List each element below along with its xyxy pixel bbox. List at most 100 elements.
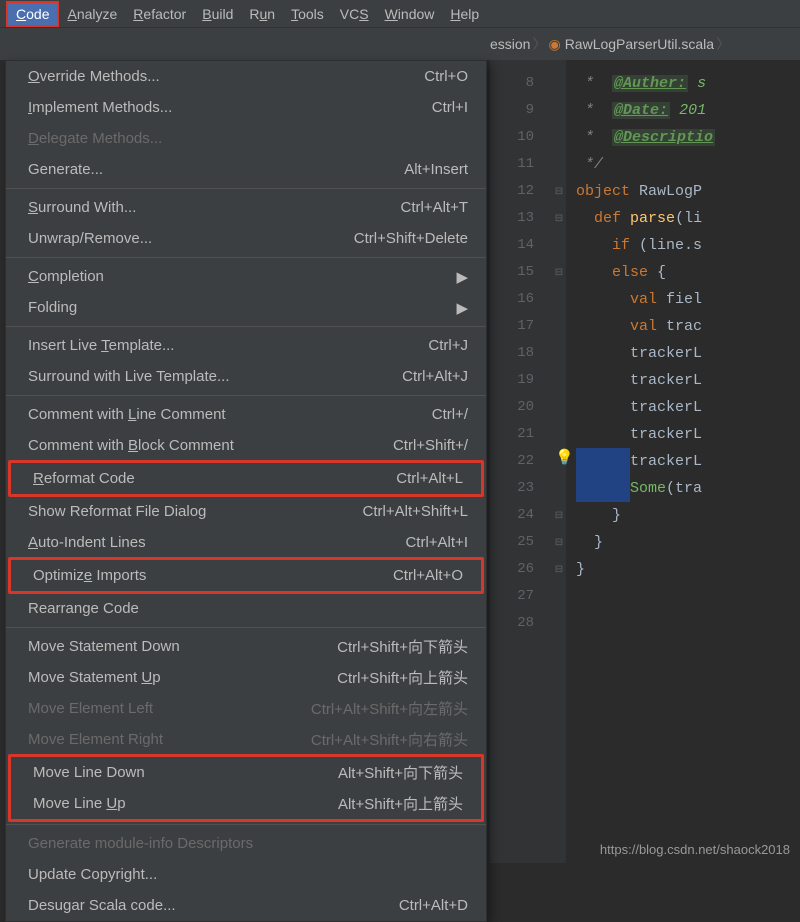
line-number: 16 bbox=[490, 286, 534, 313]
fold-marker[interactable]: ⊟ bbox=[552, 556, 566, 583]
fold-marker[interactable]: ⊟ bbox=[552, 205, 566, 232]
breadcrumb-folder[interactable]: ession bbox=[490, 36, 530, 52]
code-line[interactable] bbox=[576, 583, 800, 610]
menu-item-move-statement-up[interactable]: Move Statement UpCtrl+Shift+向上箭头 bbox=[6, 662, 486, 693]
menu-item-show-reformat-file-dialog[interactable]: Show Reformat File DialogCtrl+Alt+Shift+… bbox=[6, 496, 486, 527]
menubar-item-code[interactable]: Code bbox=[6, 1, 59, 27]
menu-item-generate[interactable]: Generate...Alt+Insert bbox=[6, 154, 486, 185]
menu-item-insert-live-template[interactable]: Insert Live Template...Ctrl+J bbox=[6, 330, 486, 361]
code-line[interactable]: * @Descriptio bbox=[576, 124, 800, 151]
line-number: 26 bbox=[490, 556, 534, 583]
fold-marker bbox=[552, 583, 566, 610]
menubar-item-refactor[interactable]: Refactor bbox=[125, 3, 194, 25]
line-number: 10 bbox=[490, 124, 534, 151]
code-line[interactable]: trackerL bbox=[576, 340, 800, 367]
line-number: 25 bbox=[490, 529, 534, 556]
code-line[interactable]: def parse(li bbox=[576, 205, 800, 232]
menu-item-move-line-up[interactable]: Move Line UpAlt+Shift+向上箭头 bbox=[11, 788, 481, 819]
menu-item-label: Move Statement Up bbox=[28, 669, 337, 686]
line-number: 22 bbox=[490, 448, 534, 475]
menu-item-comment-with-block-comment[interactable]: Comment with Block CommentCtrl+Shift+/ bbox=[6, 430, 486, 461]
code-line[interactable]: object RawLogP bbox=[576, 178, 800, 205]
highlight-box: Optimize ImportsCtrl+Alt+O bbox=[8, 557, 484, 594]
menu-item-comment-with-line-comment[interactable]: Comment with Line CommentCtrl+/ bbox=[6, 399, 486, 430]
code-line[interactable]: trackerL bbox=[576, 421, 800, 448]
menubar-item-help[interactable]: Help bbox=[442, 3, 487, 25]
menubar-item-window[interactable]: Window bbox=[377, 3, 443, 25]
code-line[interactable]: */ bbox=[576, 151, 800, 178]
code-line[interactable]: } bbox=[576, 502, 800, 529]
code-line[interactable]: } bbox=[576, 556, 800, 583]
menu-item-override-methods[interactable]: Override Methods...Ctrl+O bbox=[6, 61, 486, 92]
menu-item-rearrange-code[interactable]: Rearrange Code bbox=[6, 593, 486, 624]
menu-item-auto-indent-lines[interactable]: Auto-Indent LinesCtrl+Alt+I bbox=[6, 527, 486, 558]
code-line[interactable]: * @Date: 201 bbox=[576, 97, 800, 124]
code-line[interactable]: } bbox=[576, 529, 800, 556]
menu-shortcut: Ctrl+J bbox=[428, 337, 468, 354]
menu-item-optimize-imports[interactable]: Optimize ImportsCtrl+Alt+O bbox=[11, 560, 481, 591]
menu-item-implement-methods[interactable]: Implement Methods...Ctrl+I bbox=[6, 92, 486, 123]
code-area[interactable]: * @Auther: s * @Date: 201 * @Descriptio … bbox=[566, 60, 800, 863]
menu-item-move-line-down[interactable]: Move Line DownAlt+Shift+向下箭头 bbox=[11, 757, 481, 788]
fold-marker[interactable]: ⊟ bbox=[552, 178, 566, 205]
code-line[interactable]: trackerL bbox=[576, 394, 800, 421]
code-line[interactable]: val trac bbox=[576, 313, 800, 340]
menu-item-label: Implement Methods... bbox=[28, 99, 432, 116]
breadcrumb: ession 〉 ◉ RawLogParserUtil.scala 〉 bbox=[0, 28, 800, 60]
menu-item-move-statement-down[interactable]: Move Statement DownCtrl+Shift+向下箭头 bbox=[6, 631, 486, 662]
menubar-item-vcs[interactable]: VCS bbox=[332, 3, 377, 25]
fold-marker bbox=[552, 340, 566, 367]
code-line[interactable]: trackerL bbox=[576, 448, 800, 475]
line-number: 18 bbox=[490, 340, 534, 367]
fold-marker[interactable]: ⊟ bbox=[552, 529, 566, 556]
code-line[interactable] bbox=[576, 610, 800, 637]
intention-bulb-icon[interactable]: 💡 bbox=[555, 448, 574, 466]
menu-item-unwrap-remove[interactable]: Unwrap/Remove...Ctrl+Shift+Delete bbox=[6, 223, 486, 254]
line-number: 19 bbox=[490, 367, 534, 394]
code-editor[interactable]: 8910111213141516171819202122232425262728… bbox=[490, 60, 800, 863]
code-line[interactable]: Some(tra bbox=[576, 475, 800, 502]
menu-item-label: Delegate Methods... bbox=[28, 130, 468, 147]
menu-item-label: Override Methods... bbox=[28, 68, 424, 85]
line-number: 21 bbox=[490, 421, 534, 448]
menu-separator bbox=[6, 824, 486, 825]
menu-item-label: Show Reformat File Dialog bbox=[28, 503, 363, 520]
menu-item-label: Move Statement Down bbox=[28, 638, 337, 655]
menubar-item-build[interactable]: Build bbox=[194, 3, 241, 25]
menu-item-folding[interactable]: Folding▶ bbox=[6, 292, 486, 323]
menu-item-label: Update Copyright... bbox=[28, 866, 468, 883]
menubar-item-tools[interactable]: Tools bbox=[283, 3, 332, 25]
code-line[interactable]: else { bbox=[576, 259, 800, 286]
menu-item-reformat-code[interactable]: Reformat CodeCtrl+Alt+L bbox=[11, 463, 481, 494]
menu-shortcut: Ctrl+Shift+向上箭头 bbox=[337, 667, 468, 688]
line-number: 12 bbox=[490, 178, 534, 205]
menu-item-label: Comment with Line Comment bbox=[28, 406, 432, 423]
fold-marker bbox=[552, 394, 566, 421]
menu-shortcut: Ctrl+Alt+L bbox=[396, 470, 463, 487]
menu-item-desugar-scala-code[interactable]: Desugar Scala code...Ctrl+Alt+D bbox=[6, 890, 486, 921]
line-number: 27 bbox=[490, 583, 534, 610]
menubar-item-run[interactable]: Run bbox=[241, 3, 283, 25]
fold-marker[interactable]: ⊟ bbox=[552, 502, 566, 529]
code-line[interactable]: if (line.s bbox=[576, 232, 800, 259]
code-line[interactable]: val fiel bbox=[576, 286, 800, 313]
code-line[interactable]: * @Auther: s bbox=[576, 70, 800, 97]
line-number: 11 bbox=[490, 151, 534, 178]
line-number: 14 bbox=[490, 232, 534, 259]
fold-marker bbox=[552, 286, 566, 313]
menu-item-completion[interactable]: Completion▶ bbox=[6, 261, 486, 292]
code-line[interactable]: trackerL bbox=[576, 367, 800, 394]
menu-item-surround-with[interactable]: Surround With...Ctrl+Alt+T bbox=[6, 192, 486, 223]
menu-item-label: Unwrap/Remove... bbox=[28, 230, 354, 247]
menu-item-surround-with-live-template[interactable]: Surround with Live Template...Ctrl+Alt+J bbox=[6, 361, 486, 392]
fold-marker[interactable]: ⊟ bbox=[552, 259, 566, 286]
submenu-arrow-icon: ▶ bbox=[456, 268, 468, 286]
menu-item-update-copyright[interactable]: Update Copyright... bbox=[6, 859, 486, 890]
fold-marker bbox=[552, 232, 566, 259]
line-number: 20 bbox=[490, 394, 534, 421]
menu-separator bbox=[6, 326, 486, 327]
menu-item-label: Surround with Live Template... bbox=[28, 368, 402, 385]
breadcrumb-file[interactable]: ◉ RawLogParserUtil.scala bbox=[548, 36, 714, 53]
menu-item-label: Move Element Right bbox=[28, 731, 311, 748]
menubar-item-analyze[interactable]: Analyze bbox=[59, 3, 125, 25]
